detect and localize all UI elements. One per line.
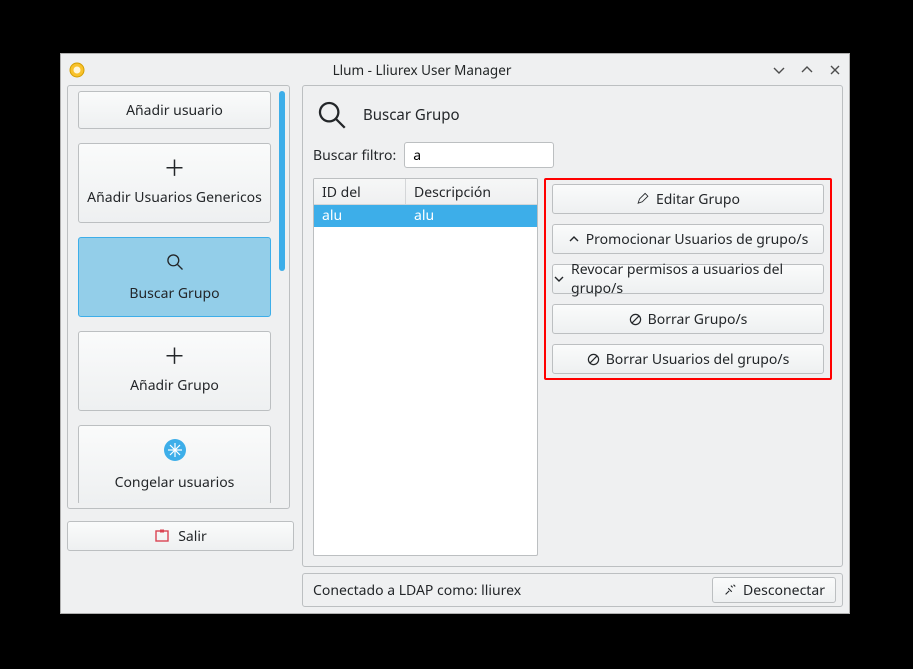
promote-users-button[interactable]: Promocionar Usuarios de grupo/s — [552, 224, 824, 254]
titlebar: Llum - Lliurex User Manager — [61, 54, 849, 85]
connection-status: Conectado a LDAP como: lliurex — [313, 581, 704, 600]
search-icon — [315, 98, 349, 132]
search-icon — [165, 252, 185, 272]
detail-header-title: Buscar Grupo — [363, 105, 460, 125]
button-label: Revocar permisos a usuarios del grupo/s — [571, 260, 823, 298]
table-row[interactable]: alu alu — [314, 205, 537, 227]
window-title: Llum - Lliurex User Manager — [73, 61, 771, 79]
detail-panel: Buscar Grupo Buscar filtro: ID del Grupo… — [302, 85, 843, 567]
sidebar-item-search-group[interactable]: Buscar Grupo — [78, 237, 271, 317]
disconnect-button[interactable]: Desconectar — [712, 577, 836, 603]
button-label: Borrar Usuarios del grupo/s — [606, 350, 790, 369]
cell-group-desc: alu — [406, 205, 537, 227]
table-header: ID del Grupo Descripción — [314, 179, 537, 205]
button-label: Borrar Grupo/s — [648, 310, 748, 329]
cell-group-id: alu — [314, 205, 406, 227]
chevron-up-icon — [568, 233, 580, 245]
filter-input[interactable] — [404, 142, 554, 168]
groups-table[interactable]: ID del Grupo Descripción alu alu — [313, 178, 538, 556]
filter-label: Buscar filtro: — [313, 146, 396, 165]
sidebar-item-label: Añadir usuario — [126, 101, 223, 120]
sidebar-item-label: Añadir Grupo — [130, 376, 219, 395]
exit-label: Salir — [178, 527, 207, 546]
scrollbar-thumb[interactable] — [279, 91, 285, 271]
app-window: Llum - Lliurex User Manager Añadir usuar… — [60, 53, 850, 614]
sidebar-item-label: Buscar Grupo — [129, 284, 219, 303]
button-label: Editar Grupo — [656, 190, 740, 209]
edit-group-button[interactable]: Editar Grupo — [552, 184, 824, 214]
button-label: Promocionar Usuarios de grupo/s — [586, 230, 809, 249]
snowflake-icon — [164, 439, 186, 461]
close-button[interactable] — [827, 62, 843, 78]
sidebar-item-add-group[interactable]: ＋ Añadir Grupo — [78, 331, 271, 411]
sidebar-item-add-user[interactable]: Añadir usuario — [78, 91, 271, 129]
sidebar-item-label: Congelar usuarios — [115, 473, 235, 492]
footer: Conectado a LDAP como: lliurex Desconect… — [302, 573, 843, 607]
sidebar-scrollbar[interactable] — [279, 91, 285, 503]
block-icon — [629, 313, 642, 326]
maximize-button[interactable] — [799, 62, 815, 78]
exit-icon — [154, 528, 170, 544]
sidebar: Añadir usuario ＋ Añadir Usuarios Generic… — [67, 85, 290, 509]
exit-button[interactable]: Salir — [67, 521, 294, 551]
sidebar-item-label: Añadir Usuarios Genericos — [87, 188, 262, 207]
delete-group-button[interactable]: Borrar Grupo/s — [552, 304, 824, 334]
block-icon — [587, 353, 600, 366]
column-header-id[interactable]: ID del Grupo — [314, 179, 406, 204]
revoke-users-button[interactable]: Revocar permisos a usuarios del grupo/s — [552, 264, 824, 294]
minimize-button[interactable] — [771, 62, 787, 78]
plus-icon: ＋ — [163, 160, 185, 176]
delete-users-button[interactable]: Borrar Usuarios del grupo/s — [552, 344, 824, 374]
sidebar-item-add-generic-users[interactable]: ＋ Añadir Usuarios Genericos — [78, 143, 271, 223]
button-label: Desconectar — [743, 581, 825, 600]
pencil-icon — [636, 192, 650, 206]
plug-icon — [723, 583, 737, 597]
chevron-down-icon — [553, 273, 565, 285]
column-header-desc[interactable]: Descripción — [406, 179, 537, 204]
plus-icon: ＋ — [163, 348, 185, 364]
sidebar-item-freeze-users[interactable]: Congelar usuarios — [78, 425, 271, 503]
group-actions-highlight: Editar Grupo Promocionar Usuarios de gru… — [544, 178, 832, 380]
